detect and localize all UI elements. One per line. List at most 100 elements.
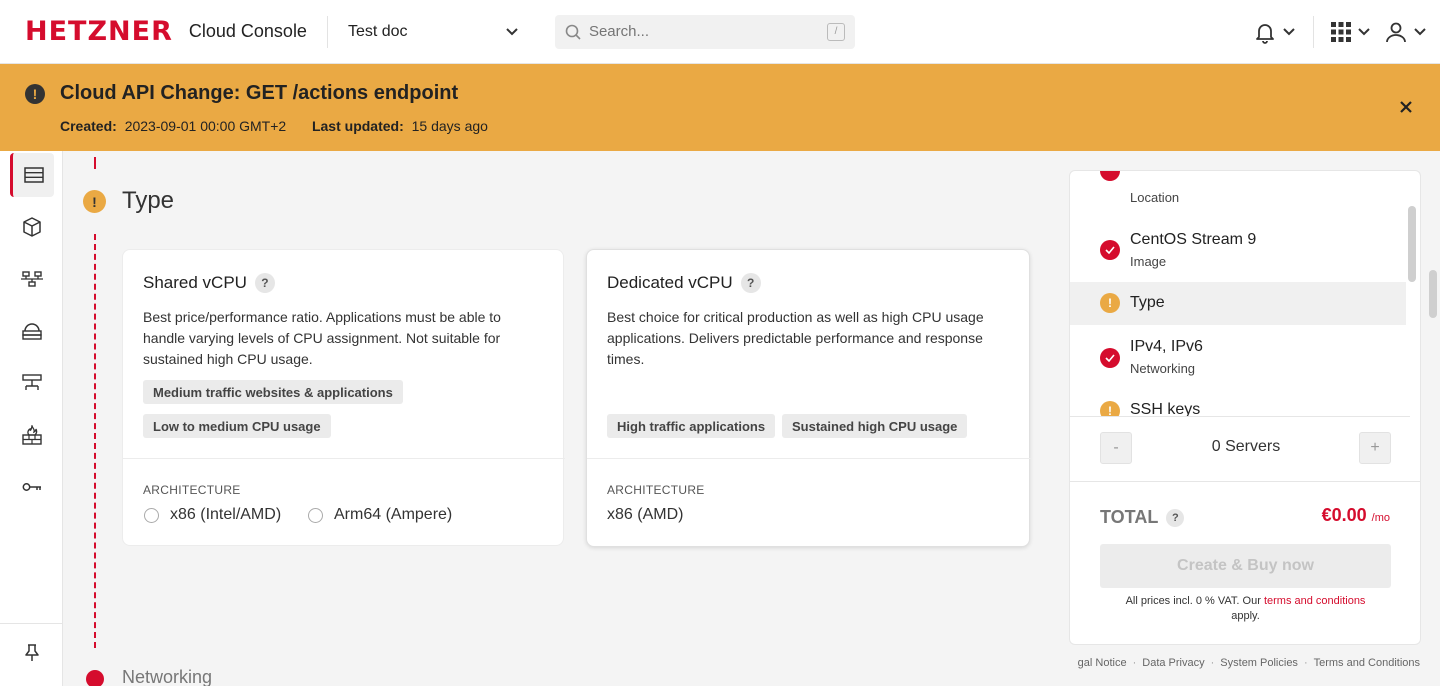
warning-icon: !	[83, 190, 106, 213]
floating-ip-icon	[22, 374, 42, 390]
sidebar-item-firewalls[interactable]	[10, 413, 54, 457]
header-divider	[326, 15, 328, 48]
sidebar-item-networks[interactable]	[10, 257, 54, 301]
cube-icon	[23, 217, 41, 237]
search-icon	[565, 24, 581, 40]
header-actions	[1253, 0, 1440, 64]
chevron-down-icon	[1283, 28, 1295, 36]
check-icon	[1100, 348, 1120, 368]
project-name: Test doc	[347, 22, 408, 40]
search-box[interactable]: /	[554, 14, 855, 49]
radio-arm64[interactable]: Arm64 (Ampere)	[308, 506, 452, 524]
hetzner-logo[interactable]: HETZNER	[25, 16, 173, 47]
card-title: Shared vCPU ?	[143, 273, 275, 293]
sidebar-item-load-balancers[interactable]	[10, 309, 54, 353]
step-location[interactable]: Location	[1070, 171, 1406, 215]
feature-tag: Medium traffic websites & applications	[143, 380, 403, 404]
sidebar-item-security[interactable]	[10, 465, 54, 509]
step-ssh-keys[interactable]: ! SSH keys	[1070, 391, 1406, 416]
dedicated-vcpu-card[interactable]: Dedicated vCPU ? Best choice for critica…	[586, 249, 1031, 547]
radio-x86[interactable]: x86 (Intel/AMD)	[144, 506, 281, 524]
footer-separator: ·	[1210, 657, 1215, 669]
alert-icon: !	[25, 84, 45, 104]
timeline-line	[94, 157, 96, 169]
user-menu-button[interactable]	[1384, 20, 1426, 44]
help-icon[interactable]: ?	[1166, 508, 1185, 527]
check-icon	[86, 670, 104, 686]
sidebar-divider	[0, 623, 63, 624]
project-selector[interactable]: Test doc	[348, 23, 518, 41]
footer-link-data-privacy[interactable]: Data Privacy	[1142, 657, 1204, 669]
steps-scrollbar[interactable]	[1408, 206, 1416, 282]
sidebar-item-servers[interactable]	[10, 153, 54, 197]
step-subtitle: Image	[1130, 254, 1167, 269]
create-buy-button[interactable]: Create & Buy now	[1100, 544, 1391, 588]
check-icon	[1100, 240, 1120, 260]
server-icon	[23, 167, 44, 183]
page-scrollbar[interactable]	[1429, 270, 1437, 318]
step-subtitle: Networking	[1130, 361, 1196, 376]
footer-link-terms[interactable]: Terms and Conditions	[1314, 657, 1420, 669]
card-title: Dedicated vCPU ?	[607, 273, 761, 293]
section-title: Type	[122, 187, 175, 214]
warning-icon: !	[1100, 293, 1120, 313]
created-value: 2023-09-01 00:00 GMT+2	[124, 118, 287, 134]
step-title: CentOS Stream 9	[1130, 231, 1257, 248]
check-icon	[1100, 171, 1120, 181]
chevron-down-icon	[1414, 28, 1426, 36]
vat-notice: All prices incl. 0 % VAT. Our terms and …	[1100, 594, 1391, 624]
dedicated-vcpu-title: Dedicated vCPU	[607, 273, 733, 292]
summary-steps[interactable]: Location CentOS Stream 9 Image ! Type IP…	[1070, 171, 1410, 417]
network-icon	[21, 271, 43, 287]
architecture-section: ARCHITECTURE x86 (Intel/AMD) Arm64 (Ampe…	[123, 458, 565, 548]
increment-button[interactable]: +	[1359, 432, 1391, 464]
close-icon	[1400, 101, 1412, 113]
help-icon[interactable]: ?	[254, 273, 275, 293]
app-title: Cloud Console	[188, 21, 307, 41]
shared-vcpu-card[interactable]: Shared vCPU ? Best price/performance rat…	[122, 249, 565, 548]
total-text: TOTAL	[1100, 507, 1159, 527]
radio-circle[interactable]	[308, 507, 323, 523]
sidebar-item-volumes[interactable]	[10, 205, 54, 249]
close-banner-button[interactable]	[1398, 99, 1414, 115]
pin-icon	[25, 644, 39, 661]
apps-menu-button[interactable]	[1330, 21, 1370, 43]
search-input[interactable]	[588, 23, 819, 40]
firewall-icon	[22, 425, 42, 445]
radio-label: x86 (Intel/AMD)	[170, 506, 282, 523]
footer-separator: ·	[1132, 657, 1137, 669]
notifications-button[interactable]	[1253, 20, 1295, 44]
timeline-line	[94, 234, 96, 648]
left-sidebar	[0, 151, 63, 686]
feature-tag: Low to medium CPU usage	[143, 414, 331, 438]
bell-icon	[1256, 24, 1274, 44]
step-type[interactable]: ! Type	[1070, 282, 1406, 325]
footer-link-system-policies[interactable]: System Policies	[1220, 657, 1298, 669]
key-icon	[22, 483, 41, 491]
footer-links: gal Notice · Data Privacy · System Polic…	[1078, 657, 1420, 669]
help-icon[interactable]: ?	[740, 273, 761, 293]
banner-meta: Created: 2023-09-01 00:00 GMT+2 Last upd…	[60, 118, 488, 134]
radio-label: Arm64 (Ampere)	[334, 506, 453, 523]
created-label: Created:	[60, 118, 117, 134]
search-shortcut-key: /	[826, 22, 845, 41]
user-icon	[1386, 22, 1406, 43]
radio-circle[interactable]	[144, 507, 159, 523]
banner-title[interactable]: Cloud API Change: GET /actions endpoint	[60, 82, 458, 105]
vat-text: All prices incl. 0 % VAT. Our	[1125, 595, 1261, 607]
step-subtitle: Location	[1130, 190, 1180, 205]
price-value: €0.00	[1321, 505, 1367, 525]
footer-link-legal-notice[interactable]: gal Notice	[1078, 657, 1127, 669]
sidebar-item-floating-ips[interactable]	[10, 361, 54, 405]
architecture-label: ARCHITECTURE	[607, 483, 705, 497]
step-networking[interactable]: IPv4, IPv6 Networking	[1070, 331, 1406, 387]
load-balancer-icon	[22, 323, 42, 340]
header-divider	[1313, 16, 1314, 48]
chevron-down-icon	[506, 27, 518, 35]
step-image[interactable]: CentOS Stream 9 Image	[1070, 221, 1406, 277]
grid-icon	[1331, 22, 1351, 42]
terms-link[interactable]: terms and conditions	[1264, 595, 1366, 607]
feature-tag: Sustained high CPU usage	[782, 414, 968, 438]
price-period: /mo	[1371, 512, 1390, 524]
pin-sidebar-button[interactable]	[10, 631, 54, 675]
